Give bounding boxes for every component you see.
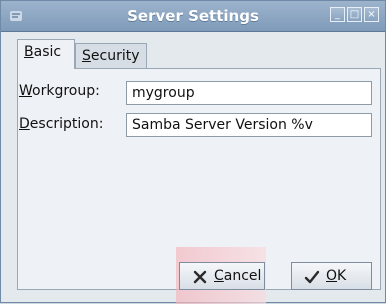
workgroup-label-text: orkgroup: xyxy=(32,83,100,99)
tab-basic[interactable]: Basic xyxy=(17,39,75,69)
tab-security-label: ecurity xyxy=(90,48,140,64)
ok-button[interactable]: OK xyxy=(291,262,372,290)
tab-security[interactable]: Security xyxy=(75,43,147,69)
cancel-mnemonic: C xyxy=(214,268,224,284)
workgroup-label: Workgroup: xyxy=(19,83,100,99)
tab-basic-label: asic xyxy=(33,44,62,60)
ok-check-icon xyxy=(304,270,320,284)
cancel-button[interactable]: Cancel xyxy=(179,262,265,290)
cancel-x-icon xyxy=(193,270,207,284)
description-label-mnemonic: D xyxy=(19,116,30,132)
server-settings-window: Server Settings _ □ × Basic Security Wor… xyxy=(0,0,386,304)
window-title: Server Settings xyxy=(127,7,259,25)
ok-label-text: K xyxy=(337,268,347,284)
workgroup-label-mnemonic: W xyxy=(19,83,33,99)
title-bar[interactable]: Server Settings _ □ × xyxy=(1,1,385,32)
tab-security-mnemonic: S xyxy=(82,48,91,64)
description-label-text: escription: xyxy=(29,116,104,132)
cancel-label: Cancel xyxy=(214,263,261,289)
description-label: Description: xyxy=(19,116,103,132)
maximize-button[interactable]: □ xyxy=(347,7,362,22)
minimize-button[interactable]: _ xyxy=(330,7,345,22)
tab-basic-mnemonic: B xyxy=(24,44,34,60)
cancel-label-text: ancel xyxy=(223,268,262,284)
ok-mnemonic: O xyxy=(326,268,338,284)
workgroup-field[interactable]: mygroup xyxy=(126,81,372,105)
content-area: Basic Security xyxy=(9,39,381,290)
description-field[interactable]: Samba Server Version %v xyxy=(126,113,372,137)
ok-label: OK xyxy=(326,263,346,289)
close-button[interactable]: × xyxy=(364,7,379,22)
